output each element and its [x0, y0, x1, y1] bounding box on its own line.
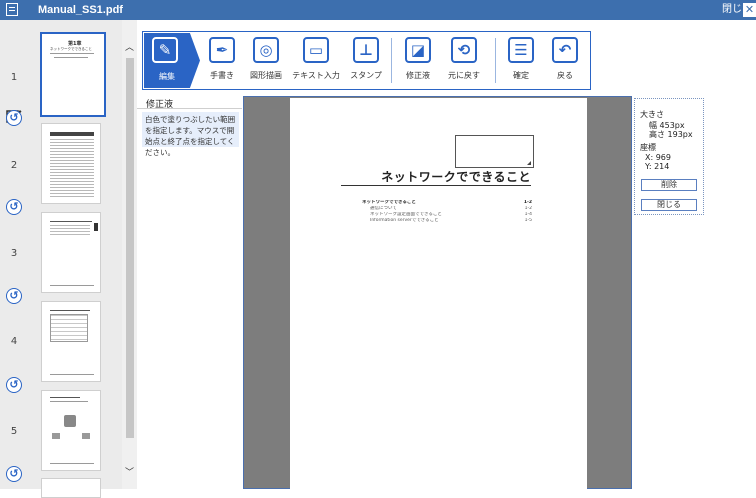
- document-heading: ネットワークでできること: [381, 170, 531, 184]
- undo-document-icon: ⟲: [451, 37, 477, 63]
- shape-icon: ◎: [253, 37, 279, 63]
- edit-toolbar: ✎ 編集 ✒ 手書き ◎ 図形描画 ▭ テキスト入力 ⊥ スタンプ ◪ 修正液 …: [142, 31, 591, 90]
- stamp-icon: ⊥: [353, 37, 379, 63]
- page-thumbnail-2[interactable]: [41, 123, 101, 204]
- confirm-button[interactable]: ☰ 確定: [499, 33, 543, 88]
- divider: [137, 108, 242, 109]
- title-bar: Manual_SS1.pdf 閉じる ✕: [0, 0, 756, 20]
- page-number-4: 4: [10, 336, 18, 347]
- eraser-icon: ◪: [405, 37, 431, 63]
- page-thumbnail-3[interactable]: [41, 212, 101, 293]
- coords-label: 座標: [640, 143, 656, 152]
- selection-info-panel: 大きさ 幅 453px 高さ 193px 座標 X: 969 Y: 214 削除…: [634, 98, 704, 215]
- rotate-icon[interactable]: ↺: [6, 288, 22, 304]
- resize-handle-icon[interactable]: [527, 161, 531, 165]
- handwriting-button[interactable]: ✒ 手書き: [199, 33, 245, 88]
- heading-rule: [341, 185, 531, 186]
- scroll-up-icon[interactable]: ︿: [122, 40, 137, 56]
- rotate-icon[interactable]: ↺: [6, 377, 22, 393]
- edit-button[interactable]: ✎ 編集: [144, 33, 200, 88]
- document-page[interactable]: [290, 98, 587, 489]
- toc-entry: 通信について 1-2: [370, 206, 532, 211]
- edit-button-label: 編集: [159, 72, 175, 81]
- page-number-2: 2: [10, 160, 18, 171]
- y-value: Y: 214: [645, 162, 670, 171]
- scroll-down-icon[interactable]: ﹀: [122, 465, 137, 481]
- page-thumbnail-4[interactable]: [41, 301, 101, 382]
- confirm-button-label: 確定: [513, 71, 529, 80]
- document-app-icon: [6, 3, 18, 16]
- size-label: 大きさ: [640, 110, 664, 119]
- window-title: Manual_SS1.pdf: [38, 4, 123, 16]
- correction-fluid-button[interactable]: ◪ 修正液: [395, 33, 441, 88]
- page-thumbnail-1[interactable]: 第1章 ネットワークでできること: [40, 32, 106, 117]
- back-icon: ↶: [552, 37, 578, 63]
- shape-draw-button[interactable]: ◎ 図形描画: [245, 33, 287, 88]
- page-number-5: 5: [10, 426, 18, 437]
- text-input-button-label: テキスト入力: [292, 71, 340, 80]
- toc-entry: Information serverでできること 1-5: [370, 218, 532, 223]
- thumbnail-1-heading: 第1章: [68, 41, 82, 47]
- thumbnail-scrollbar[interactable]: ︿ ﹀: [122, 20, 137, 489]
- scrollbar-thumb[interactable]: [126, 58, 134, 438]
- handwriting-button-label: 手書き: [210, 71, 234, 80]
- revert-button-label: 元に戻す: [448, 71, 480, 80]
- x-value: X: 969: [645, 153, 671, 162]
- toc-entry: ネットワークでできること 1-2: [362, 200, 532, 205]
- page-thumbnail-6-partial[interactable]: [41, 478, 101, 498]
- height-value: 高さ 193px: [649, 130, 693, 139]
- stamp-button-label: スタンプ: [350, 71, 382, 80]
- confirm-icon: ☰: [508, 37, 534, 63]
- text-input-icon: ▭: [303, 37, 329, 63]
- toolbar-separator: [391, 38, 392, 83]
- rotate-icon[interactable]: ↺: [6, 110, 22, 126]
- back-button-label: 戻る: [557, 71, 573, 80]
- selection-rectangle[interactable]: [455, 135, 534, 168]
- close-icon[interactable]: ✕: [743, 3, 756, 17]
- correction-fluid-button-label: 修正液: [406, 71, 430, 80]
- toc-entry: ネットワーク設定画面でできること 1-4: [370, 212, 532, 217]
- delete-button[interactable]: 削除: [641, 179, 697, 191]
- page-thumbnail-panel: 1 第1章 ネットワークでできること ↺ 2 ↺ 3 ↺ 4 ↺ 5 ↺: [0, 20, 137, 498]
- text-input-button[interactable]: ▭ テキスト入力: [289, 33, 343, 88]
- toolbar-separator: [495, 38, 496, 83]
- tool-hint: 白色で塗りつぶしたい範囲を指定します。マウスで開始点と終了点を指定してください。: [142, 112, 239, 157]
- page-number-1: 1: [10, 72, 18, 83]
- edit-icon: ✎: [152, 37, 178, 63]
- stamp-button[interactable]: ⊥ スタンプ: [343, 33, 389, 88]
- pen-icon: ✒: [209, 37, 235, 63]
- back-button[interactable]: ↶ 戻る: [543, 33, 587, 88]
- close-panel-button[interactable]: 閉じる: [641, 199, 697, 211]
- revert-button[interactable]: ⟲ 元に戻す: [441, 33, 487, 88]
- page-number-3: 3: [10, 248, 18, 259]
- thumbnail-1-subheading: ネットワークでできること: [50, 47, 92, 51]
- shape-draw-button-label: 図形描画: [250, 71, 282, 80]
- rotate-icon[interactable]: ↺: [6, 466, 22, 482]
- page-thumbnail-5[interactable]: [41, 390, 101, 471]
- rotate-icon[interactable]: ↺: [6, 199, 22, 215]
